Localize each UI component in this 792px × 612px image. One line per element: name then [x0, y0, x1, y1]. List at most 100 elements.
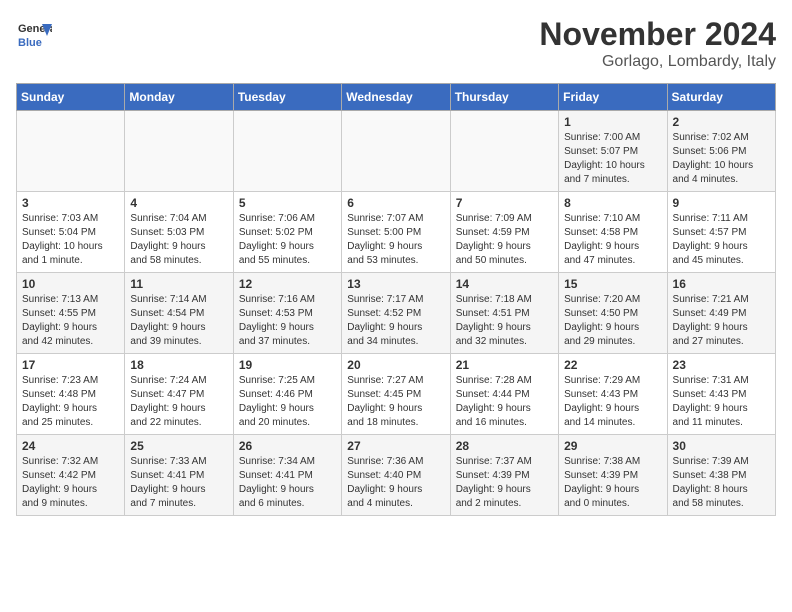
day-info: Sunrise: 7:37 AM Sunset: 4:39 PM Dayligh… — [456, 455, 553, 511]
calendar-cell: 25 Sunrise: 7:33 AM Sunset: 4:41 PM Dayli… — [125, 435, 233, 516]
calendar-cell — [342, 111, 450, 192]
weekday-header-row: SundayMondayTuesdayWednesdayThursdayFrid… — [17, 84, 776, 111]
day-number: 10 — [22, 277, 119, 291]
calendar-cell — [17, 111, 125, 192]
location-subtitle: Gorlago, Lombardy, Italy — [539, 53, 776, 71]
day-number: 26 — [239, 439, 336, 453]
calendar-cell: 10 Sunrise: 7:13 AM Sunset: 4:55 PM Dayli… — [17, 273, 125, 354]
day-number: 6 — [347, 196, 444, 210]
day-info: Sunrise: 7:09 AM Sunset: 4:59 PM Dayligh… — [456, 212, 553, 268]
week-row-1: 1 Sunrise: 7:00 AM Sunset: 5:07 PM Daylig… — [17, 111, 776, 192]
calendar-cell: 23Sunrise: 7:31 AM Sunset: 4:43 PM Dayli… — [667, 354, 775, 435]
day-number: 20 — [347, 358, 444, 372]
day-info: Sunrise: 7:36 AM Sunset: 4:40 PM Dayligh… — [347, 455, 444, 511]
day-info: Sunrise: 7:24 AM Sunset: 4:47 PM Dayligh… — [130, 374, 227, 430]
calendar-cell: 7 Sunrise: 7:09 AM Sunset: 4:59 PM Daylig… — [450, 192, 558, 273]
day-number: 25 — [130, 439, 227, 453]
weekday-header-saturday: Saturday — [667, 84, 775, 111]
day-number: 15 — [564, 277, 661, 291]
calendar-cell: 30 Sunrise: 7:39 AM Sunset: 4:38 PM Dayli… — [667, 435, 775, 516]
calendar-cell — [450, 111, 558, 192]
day-info: Sunrise: 7:33 AM Sunset: 4:41 PM Dayligh… — [130, 455, 227, 511]
weekday-header-monday: Monday — [125, 84, 233, 111]
header: General Blue November 2024 Gorlago, Lomb… — [16, 16, 776, 71]
week-row-2: 3 Sunrise: 7:03 AM Sunset: 5:04 PM Daylig… — [17, 192, 776, 273]
day-number: 19 — [239, 358, 336, 372]
day-info: Sunrise: 7:07 AM Sunset: 5:00 PM Dayligh… — [347, 212, 444, 268]
day-number: 8 — [564, 196, 661, 210]
day-info: Sunrise: 7:16 AM Sunset: 4:53 PM Dayligh… — [239, 293, 336, 349]
week-row-3: 10 Sunrise: 7:13 AM Sunset: 4:55 PM Dayli… — [17, 273, 776, 354]
day-number: 1 — [564, 115, 661, 129]
day-info: Sunrise: 7:31 AM Sunset: 4:43 PM Dayligh… — [673, 374, 770, 430]
day-info: Sunrise: 7:17 AM Sunset: 4:52 PM Dayligh… — [347, 293, 444, 349]
week-row-5: 24Sunrise: 7:32 AM Sunset: 4:42 PM Dayli… — [17, 435, 776, 516]
day-info: Sunrise: 7:23 AM Sunset: 4:48 PM Dayligh… — [22, 374, 119, 430]
day-number: 22 — [564, 358, 661, 372]
day-number: 16 — [673, 277, 770, 291]
day-number: 7 — [456, 196, 553, 210]
day-number: 30 — [673, 439, 770, 453]
day-info: Sunrise: 7:25 AM Sunset: 4:46 PM Dayligh… — [239, 374, 336, 430]
day-number: 18 — [130, 358, 227, 372]
day-info: Sunrise: 7:14 AM Sunset: 4:54 PM Dayligh… — [130, 293, 227, 349]
calendar-cell: 12 Sunrise: 7:16 AM Sunset: 4:53 PM Dayli… — [233, 273, 341, 354]
logo: General Blue — [16, 16, 52, 52]
calendar-cell: 3 Sunrise: 7:03 AM Sunset: 5:04 PM Daylig… — [17, 192, 125, 273]
weekday-header-tuesday: Tuesday — [233, 84, 341, 111]
calendar-cell: 26 Sunrise: 7:34 AM Sunset: 4:41 PM Dayli… — [233, 435, 341, 516]
calendar-cell: 19 Sunrise: 7:25 AM Sunset: 4:46 PM Dayli… — [233, 354, 341, 435]
calendar-cell: 15 Sunrise: 7:20 AM Sunset: 4:50 PM Dayli… — [559, 273, 667, 354]
day-info: Sunrise: 7:34 AM Sunset: 4:41 PM Dayligh… — [239, 455, 336, 511]
calendar-cell: 28 Sunrise: 7:37 AM Sunset: 4:39 PM Dayli… — [450, 435, 558, 516]
day-number: 2 — [673, 115, 770, 129]
day-info: Sunrise: 7:20 AM Sunset: 4:50 PM Dayligh… — [564, 293, 661, 349]
day-info: Sunrise: 7:03 AM Sunset: 5:04 PM Dayligh… — [22, 212, 119, 268]
calendar-cell: 20Sunrise: 7:27 AM Sunset: 4:45 PM Dayli… — [342, 354, 450, 435]
weekday-header-wednesday: Wednesday — [342, 84, 450, 111]
logo-icon: General Blue — [16, 16, 52, 52]
calendar-cell: 1 Sunrise: 7:00 AM Sunset: 5:07 PM Daylig… — [559, 111, 667, 192]
calendar-cell: 21Sunrise: 7:28 AM Sunset: 4:44 PM Dayli… — [450, 354, 558, 435]
day-number: 13 — [347, 277, 444, 291]
day-info: Sunrise: 7:29 AM Sunset: 4:43 PM Dayligh… — [564, 374, 661, 430]
day-info: Sunrise: 7:00 AM Sunset: 5:07 PM Dayligh… — [564, 131, 661, 187]
weekday-header-friday: Friday — [559, 84, 667, 111]
calendar-cell — [233, 111, 341, 192]
calendar-cell: 27 Sunrise: 7:36 AM Sunset: 4:40 PM Dayli… — [342, 435, 450, 516]
calendar-cell: 18 Sunrise: 7:24 AM Sunset: 4:47 PM Dayli… — [125, 354, 233, 435]
calendar-cell — [125, 111, 233, 192]
day-number: 28 — [456, 439, 553, 453]
calendar-cell: 8 Sunrise: 7:10 AM Sunset: 4:58 PM Daylig… — [559, 192, 667, 273]
day-number: 5 — [239, 196, 336, 210]
calendar-cell: 5 Sunrise: 7:06 AM Sunset: 5:02 PM Daylig… — [233, 192, 341, 273]
day-number: 3 — [22, 196, 119, 210]
weekday-header-thursday: Thursday — [450, 84, 558, 111]
calendar-cell: 9 Sunrise: 7:11 AM Sunset: 4:57 PM Daylig… — [667, 192, 775, 273]
day-number: 24 — [22, 439, 119, 453]
day-info: Sunrise: 7:02 AM Sunset: 5:06 PM Dayligh… — [673, 131, 770, 187]
day-number: 17 — [22, 358, 119, 372]
day-number: 27 — [347, 439, 444, 453]
title-block: November 2024 Gorlago, Lombardy, Italy — [539, 16, 776, 71]
day-number: 9 — [673, 196, 770, 210]
day-number: 29 — [564, 439, 661, 453]
calendar-cell: 16 Sunrise: 7:21 AM Sunset: 4:49 PM Dayli… — [667, 273, 775, 354]
calendar-cell: 14Sunrise: 7:18 AM Sunset: 4:51 PM Dayli… — [450, 273, 558, 354]
day-info: Sunrise: 7:10 AM Sunset: 4:58 PM Dayligh… — [564, 212, 661, 268]
day-info: Sunrise: 7:13 AM Sunset: 4:55 PM Dayligh… — [22, 293, 119, 349]
calendar-cell: 22 Sunrise: 7:29 AM Sunset: 4:43 PM Dayli… — [559, 354, 667, 435]
day-number: 12 — [239, 277, 336, 291]
day-info: Sunrise: 7:21 AM Sunset: 4:49 PM Dayligh… — [673, 293, 770, 349]
calendar-cell: 13 Sunrise: 7:17 AM Sunset: 4:52 PM Dayli… — [342, 273, 450, 354]
day-info: Sunrise: 7:06 AM Sunset: 5:02 PM Dayligh… — [239, 212, 336, 268]
calendar-cell: 11 Sunrise: 7:14 AM Sunset: 4:54 PM Dayli… — [125, 273, 233, 354]
calendar-cell: 24Sunrise: 7:32 AM Sunset: 4:42 PM Dayli… — [17, 435, 125, 516]
day-info: Sunrise: 7:28 AM Sunset: 4:44 PM Dayligh… — [456, 374, 553, 430]
day-info: Sunrise: 7:11 AM Sunset: 4:57 PM Dayligh… — [673, 212, 770, 268]
week-row-4: 17 Sunrise: 7:23 AM Sunset: 4:48 PM Dayli… — [17, 354, 776, 435]
calendar-cell: 4Sunrise: 7:04 AM Sunset: 5:03 PM Daylig… — [125, 192, 233, 273]
day-number: 11 — [130, 277, 227, 291]
day-info: Sunrise: 7:39 AM Sunset: 4:38 PM Dayligh… — [673, 455, 770, 511]
calendar-cell: 2 Sunrise: 7:02 AM Sunset: 5:06 PM Daylig… — [667, 111, 775, 192]
